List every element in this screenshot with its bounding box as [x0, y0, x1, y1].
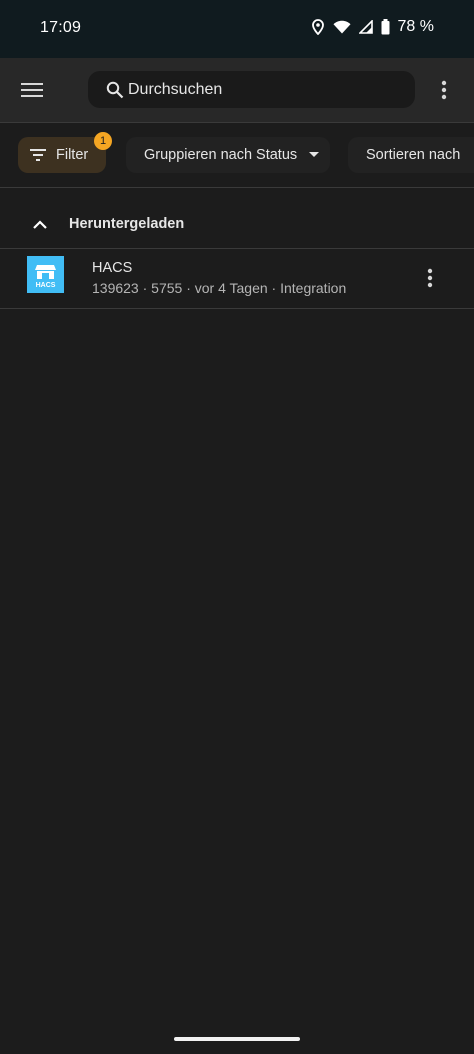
search-field[interactable]	[88, 71, 415, 108]
overflow-menu-button[interactable]	[436, 78, 452, 102]
svg-text:HACS: HACS	[36, 282, 56, 289]
hamburger-menu-icon	[21, 83, 43, 97]
filter-count-badge: 1	[94, 132, 112, 150]
search-icon	[106, 81, 124, 99]
group-header-label: Heruntergeladen	[69, 216, 185, 232]
filter-icon	[30, 149, 46, 161]
sort-by-dropdown[interactable]: Sortieren nach	[348, 137, 474, 173]
battery-icon	[381, 19, 390, 35]
filter-bar: Filter Gruppieren nach Status Sortieren …	[0, 123, 474, 188]
group-by-label: Gruppieren nach Status	[144, 147, 298, 163]
list-item[interactable]: HACS HACS 139623 · 5755 · vor 4 Tagen · …	[0, 248, 474, 309]
group-header-downloaded[interactable]: Heruntergeladen	[0, 200, 474, 249]
filter-button[interactable]: Filter	[18, 137, 106, 173]
group-by-dropdown[interactable]: Gruppieren nach Status	[126, 137, 330, 173]
status-icons: 78 %	[311, 18, 434, 36]
hacs-logo-icon: HACS	[27, 256, 64, 293]
sort-by-label: Sortieren nach	[366, 147, 461, 163]
more-vert-icon	[427, 268, 433, 288]
status-bar: 17:09 78 %	[0, 0, 474, 58]
repository-name: HACS	[92, 260, 133, 276]
more-vert-icon	[441, 80, 447, 100]
wifi-icon	[333, 20, 351, 34]
filter-label: Filter	[56, 147, 89, 163]
search-input[interactable]	[126, 79, 400, 100]
hamburger-menu-button[interactable]	[18, 76, 46, 104]
location-icon	[311, 19, 325, 35]
repository-details: 139623 · 5755 · vor 4 Tagen · Integratio…	[92, 280, 347, 296]
chevron-up-icon	[33, 219, 49, 229]
gesture-nav-handle[interactable]	[174, 1037, 300, 1041]
app-bar	[0, 58, 474, 123]
dropdown-arrow-icon	[309, 152, 320, 158]
row-overflow-button[interactable]	[422, 266, 438, 290]
battery-percent: 78 %	[397, 18, 434, 35]
cell-signal-icon	[358, 20, 373, 34]
status-time: 17:09	[40, 19, 82, 36]
